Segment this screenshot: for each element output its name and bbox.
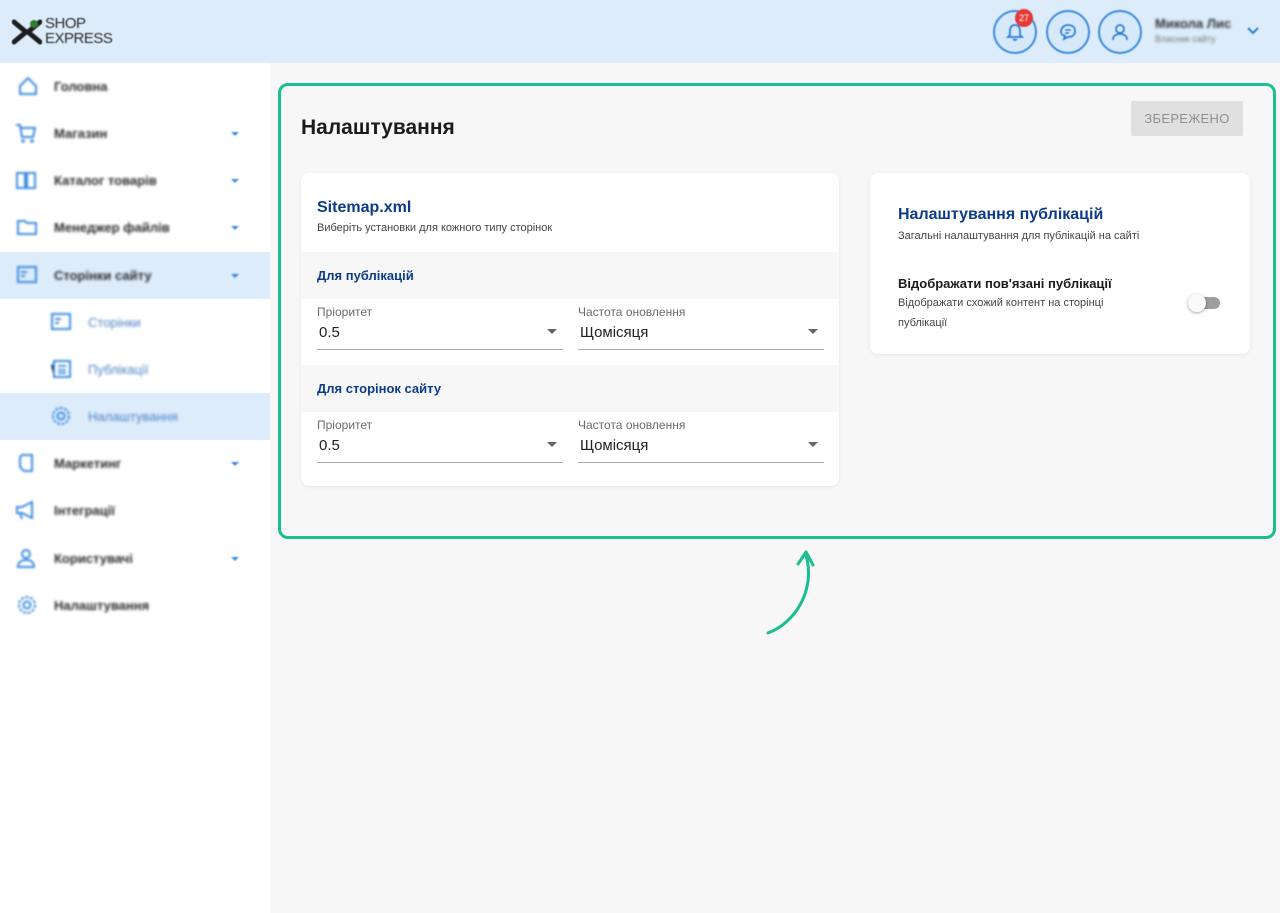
shop-express-logo[interactable]: SHOP EXPRESS xyxy=(12,14,122,50)
sidebar-item-label: Головна xyxy=(54,79,108,94)
select-value: Щомісяця xyxy=(580,324,649,341)
caret-down-icon xyxy=(808,329,818,334)
select-label: Пріоритет xyxy=(317,418,373,432)
sidebar-item-label: Користувачі xyxy=(54,551,133,566)
caret-down-icon xyxy=(547,442,557,447)
sidebar-item-label: Магазин xyxy=(54,126,108,141)
chevron-down-icon xyxy=(231,462,239,466)
newspaper-icon xyxy=(51,360,71,378)
chevron-down-icon xyxy=(231,274,239,278)
select-value: Щомісяця xyxy=(580,437,649,454)
logo-text: SHOP EXPRESS xyxy=(45,15,113,47)
profile-button[interactable] xyxy=(1098,10,1142,54)
gear-icon xyxy=(18,596,36,614)
frequency-select-publications[interactable]: Частота оновлення Щомісяця xyxy=(578,305,824,350)
sidebar-item-marketing[interactable]: Маркетинг xyxy=(0,440,270,487)
user-name[interactable]: Микола Лис xyxy=(1155,16,1231,31)
annotation-arrow-icon xyxy=(766,550,815,635)
select-label: Частота оновлення xyxy=(578,305,686,319)
select-value: 0.5 xyxy=(319,437,340,454)
page-title: Налаштування xyxy=(301,116,455,139)
sidebar-item-label: Сторінки сайту xyxy=(54,268,152,283)
related-publications-desc-line2: публікації xyxy=(898,317,948,329)
notifications-button[interactable]: 27 xyxy=(993,9,1037,54)
priority-select-site-pages[interactable]: Пріоритет 0.5 xyxy=(317,418,563,463)
gear-icon xyxy=(52,407,70,425)
sidebar-item-home[interactable]: Головна xyxy=(0,63,270,110)
publications-settings-title: Налаштування публікацій xyxy=(898,206,1104,223)
megaphone-icon xyxy=(16,500,33,520)
chevron-down-icon xyxy=(231,132,239,136)
toggle-knob xyxy=(1188,294,1206,312)
user-role: Власник сайту xyxy=(1155,34,1216,44)
cart-icon xyxy=(16,124,37,143)
sitemap-card: Sitemap.xml Виберіть установки для кожно… xyxy=(301,173,839,486)
user-icon xyxy=(1112,24,1128,41)
related-publications-desc-line1: Відображати схожий контент на сторінці xyxy=(898,297,1104,309)
sidebar-item-label: Маркетинг xyxy=(54,456,122,471)
chevron-down-icon xyxy=(231,226,239,230)
chevron-down-icon xyxy=(231,557,239,561)
publications-settings-card: Налаштування публікацій Загальні налашту… xyxy=(870,173,1250,354)
related-publications-toggle[interactable] xyxy=(1188,294,1221,312)
priority-select-publications[interactable]: Пріоритет 0.5 xyxy=(317,305,563,350)
marketing-icon xyxy=(19,454,33,472)
pages-icon xyxy=(17,266,37,283)
sidebar-item-catalog[interactable]: Каталог товарів xyxy=(0,157,270,204)
section-header-site-pages: Для сторінок сайту xyxy=(301,365,839,412)
sitemap-subtitle: Виберіть установки для кожного типу стор… xyxy=(317,222,553,234)
save-button[interactable]: ЗБЕРЕЖЕНО xyxy=(1131,101,1243,136)
caret-down-icon xyxy=(808,442,818,447)
sidebar-item-file-manager[interactable]: Менеджер файлів xyxy=(0,204,270,251)
sidebar-item-site-pages[interactable]: Сторінки сайту xyxy=(0,252,270,299)
sidebar-subitem-publications[interactable]: Публікації xyxy=(0,346,270,393)
sidebar-item-label: Каталог товарів xyxy=(54,173,157,188)
sidebar-subitem-settings[interactable]: Налаштування xyxy=(0,393,270,440)
section-header-publications: Для публікацій xyxy=(301,252,839,299)
sidebar-item-shop[interactable]: Магазин xyxy=(0,110,270,157)
book-icon xyxy=(16,172,36,189)
select-label: Частота оновлення xyxy=(578,418,686,432)
sidebar-item-integrations[interactable]: Інтеграції xyxy=(0,487,270,534)
notification-badge: 27 xyxy=(1015,9,1033,27)
folder-icon xyxy=(17,220,37,235)
messages-button[interactable] xyxy=(1046,10,1090,54)
sidebar-item-label: Публікації xyxy=(88,362,149,377)
user-icon xyxy=(16,549,36,568)
frequency-select-site-pages[interactable]: Частота оновлення Щомісяця xyxy=(578,418,824,463)
section-title: Для публікацій xyxy=(317,268,414,283)
sidebar-item-label: Сторінки xyxy=(88,315,141,330)
chevron-down-icon xyxy=(231,179,239,183)
sidebar-item-settings[interactable]: Налаштування xyxy=(0,582,270,629)
sidebar-item-label: Менеджер файлів xyxy=(54,220,170,235)
home-icon xyxy=(19,76,37,95)
caret-down-icon xyxy=(547,329,557,334)
select-value: 0.5 xyxy=(319,324,340,341)
sidebar: Головна Магазин Каталог товарів Менеджер… xyxy=(0,63,270,913)
publications-settings-subtitle: Загальні налаштування для публікацій на … xyxy=(898,230,1140,242)
sidebar-subitem-pages[interactable]: Сторінки xyxy=(0,299,270,346)
section-title: Для сторінок сайту xyxy=(317,381,442,396)
sidebar-item-label: Налаштування xyxy=(54,598,150,613)
chevron-down-icon[interactable] xyxy=(1246,24,1260,38)
select-label: Пріоритет xyxy=(317,305,373,319)
sitemap-title: Sitemap.xml xyxy=(317,199,412,216)
top-header: SHOP EXPRESS 27 Микола Лис Власник сайту xyxy=(0,0,1280,63)
related-publications-label: Відображати пов'язані публікації xyxy=(898,276,1112,291)
sidebar-item-label: Налаштування xyxy=(88,409,178,424)
sidebar-item-users[interactable]: Користувачі xyxy=(0,535,270,582)
logo-mark-icon xyxy=(12,19,42,45)
sidebar-item-label: Інтеграції xyxy=(54,503,115,518)
chat-icon xyxy=(1060,24,1076,41)
page-icon xyxy=(51,313,71,330)
